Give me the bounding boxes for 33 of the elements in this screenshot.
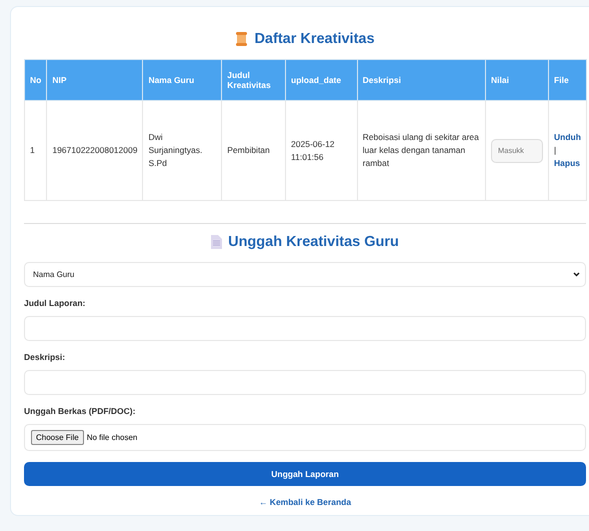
table-cell: Reboisasi ulang di sekitar area luar kelas dengan tanaman rambat: [357, 100, 486, 200]
choose-file-button[interactable]: Choose File: [31, 430, 84, 445]
teacher-select[interactable]: Nama Guru: [24, 262, 586, 287]
section-title: Daftar Kreativitas: [254, 31, 375, 47]
column-header: No: [24, 60, 47, 100]
scroll-icon: [235, 32, 248, 46]
column-header: Nilai: [486, 60, 549, 100]
column-header: File: [548, 60, 586, 100]
upload-button[interactable]: Unggah Laporan: [24, 462, 586, 486]
back-link[interactable]: ← Kembali ke Beranda: [258, 497, 352, 507]
column-header: Nama Guru: [142, 60, 222, 100]
file-input[interactable]: Choose File No file chosen: [24, 424, 586, 451]
document-icon: [211, 235, 222, 249]
table-cell: 196710222008012009: [46, 100, 143, 200]
field-label: Unggah Berkas (PDF/DOC):: [24, 406, 136, 416]
file-action-link[interactable]: Unduh: [554, 131, 581, 144]
field-label: Deskripsi:: [24, 352, 66, 362]
column-header: upload_date: [286, 60, 358, 100]
link-separator: |: [554, 144, 558, 157]
input-field[interactable]: [24, 316, 586, 341]
file-status: No file chosen: [86, 433, 138, 442]
column-header: Deskripsi: [357, 60, 486, 100]
table-cell: Dwi Surjaningtyas. S.Pd: [142, 100, 222, 200]
field-label: Judul Laporan:: [24, 298, 86, 308]
file-action-link[interactable]: Hapus: [554, 156, 581, 170]
section-title: Unggah Kreativitas Guru: [228, 234, 399, 250]
table-cell: Pembibitan: [222, 100, 286, 200]
input-field[interactable]: [24, 370, 586, 395]
table-cell: 1: [24, 100, 47, 200]
column-header: NIP: [46, 60, 143, 100]
chevron-down-icon: [573, 272, 580, 277]
table-cell: 2025-06-12 11:01:56: [286, 100, 358, 200]
column-header: Judul Kreativitas: [222, 60, 286, 100]
